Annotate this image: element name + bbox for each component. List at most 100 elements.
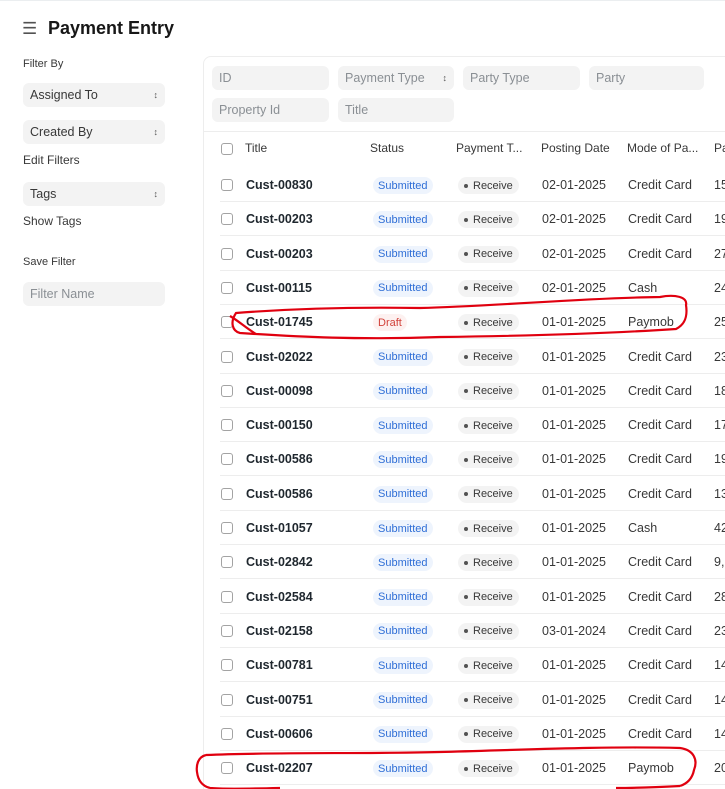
id-filter[interactable]: ID bbox=[212, 66, 329, 90]
select-all-checkbox[interactable] bbox=[221, 143, 233, 155]
row-title[interactable]: Cust-02022 bbox=[246, 350, 313, 364]
row-title[interactable]: Cust-02842 bbox=[246, 555, 313, 569]
table-row[interactable]: Cust-01745 Draft Receive 01-01-2025 Paymob 25 bbox=[220, 305, 725, 340]
paid-amount: 42 bbox=[714, 521, 725, 535]
payment-type-filter[interactable]: Payment Type ↕ bbox=[338, 66, 454, 90]
mode-of-payment: Credit Card bbox=[628, 486, 692, 501]
table-row[interactable]: Cust-00830 Submitted Receive 02-01-2025 Cred… bbox=[220, 168, 725, 202]
row-checkbox[interactable] bbox=[221, 590, 233, 603]
row-title[interactable]: Cust-00830 bbox=[246, 178, 313, 192]
party-type-filter[interactable]: Party Type bbox=[463, 66, 580, 90]
table-row[interactable]: Cust-01057 Submitted Receive 01-01-2025 Cash… bbox=[220, 511, 725, 545]
row-title[interactable]: Cust-00586 bbox=[246, 452, 313, 466]
table-row[interactable]: Cust-00751 Submitted Receive 01-01-2025 Cred… bbox=[220, 683, 725, 717]
row-checkbox[interactable] bbox=[221, 384, 233, 397]
row-title[interactable]: Cust-00203 bbox=[246, 212, 313, 226]
column-title[interactable]: Title bbox=[245, 141, 267, 155]
dot-icon bbox=[464, 389, 468, 394]
row-checkbox[interactable] bbox=[221, 693, 233, 706]
table-row[interactable]: Cust-02584 Submitted Receive 01-01-2025 Cred… bbox=[220, 580, 725, 614]
row-checkbox[interactable] bbox=[221, 762, 233, 775]
posting-date: 01-01-2025 bbox=[542, 761, 606, 776]
row-checkbox[interactable] bbox=[221, 316, 233, 329]
dot-icon bbox=[464, 560, 468, 565]
show-tags-link[interactable]: Show Tags bbox=[23, 214, 81, 228]
row-checkbox[interactable] bbox=[221, 247, 233, 260]
status-badge: Submitted bbox=[373, 451, 433, 469]
paid-amount: 18 bbox=[714, 383, 725, 398]
mode-of-payment: Credit Card bbox=[628, 418, 692, 433]
column-mode-of-payment[interactable]: Mode of Pa... bbox=[627, 141, 698, 155]
page-title: Payment Entry bbox=[48, 17, 175, 38]
row-title[interactable]: Cust-01745 bbox=[246, 315, 313, 329]
row-checkbox[interactable] bbox=[221, 213, 233, 226]
table-row[interactable]: Cust-00203 Submitted Receive 02-01-2025 Cred… bbox=[220, 237, 725, 271]
row-checkbox[interactable] bbox=[221, 419, 233, 432]
paid-amount: 14 bbox=[714, 692, 725, 707]
table-row[interactable]: Cust-00115 Submitted Receive 02-01-2025 Cash… bbox=[220, 271, 725, 305]
assigned-to-select[interactable]: Assigned To ↕ bbox=[23, 83, 165, 107]
row-checkbox[interactable] bbox=[221, 179, 233, 191]
row-title[interactable]: Cust-00781 bbox=[246, 658, 313, 672]
property-id-filter[interactable]: Property Id bbox=[212, 98, 329, 122]
row-title[interactable]: Cust-01057 bbox=[246, 521, 313, 535]
column-posting-date[interactable]: Posting Date bbox=[541, 141, 610, 155]
title-filter[interactable]: Title bbox=[338, 98, 454, 122]
payment-type-label: Receive bbox=[473, 659, 513, 672]
row-checkbox[interactable] bbox=[221, 350, 233, 363]
created-by-select[interactable]: Created By ↕ bbox=[23, 120, 165, 144]
row-checkbox[interactable] bbox=[221, 281, 233, 294]
edit-filters-link[interactable]: Edit Filters bbox=[23, 153, 80, 167]
filter-name-input[interactable]: Filter Name bbox=[23, 282, 165, 306]
table-row[interactable]: Cust-00098 Submitted Receive 01-01-2025 Cred… bbox=[220, 374, 725, 408]
row-title[interactable]: Cust-00203 bbox=[246, 247, 313, 261]
table-row[interactable]: Cust-00586 Submitted Receive 01-01-2025 Cred… bbox=[220, 477, 725, 511]
table-row[interactable]: Cust-02158 Submitted Receive 03-01-2024 Cred… bbox=[220, 614, 725, 648]
row-title[interactable]: Cust-00586 bbox=[246, 487, 313, 501]
row-checkbox[interactable] bbox=[221, 624, 233, 637]
divider bbox=[204, 131, 725, 132]
row-checkbox[interactable] bbox=[221, 556, 233, 569]
tags-select[interactable]: Tags ↕ bbox=[23, 182, 165, 206]
row-title[interactable]: Cust-02207 bbox=[246, 761, 313, 775]
party-filter[interactable]: Party bbox=[589, 66, 704, 90]
row-title[interactable]: Cust-02158 bbox=[246, 624, 313, 638]
posting-date: 01-01-2025 bbox=[542, 315, 606, 330]
table-row[interactable]: Cust-02022 Submitted Receive 01-01-2025 Cred… bbox=[220, 340, 725, 374]
row-checkbox[interactable] bbox=[221, 522, 233, 534]
table-row[interactable]: Cust-02842 Submitted Receive 01-01-2025 Cred… bbox=[220, 545, 725, 580]
table-row[interactable]: Cust-02207 Submitted Receive 01-01-2025 Paym… bbox=[220, 751, 725, 786]
column-paid-amount[interactable]: Pa bbox=[714, 141, 725, 155]
mode-of-payment: Credit Card bbox=[628, 349, 692, 364]
row-title[interactable]: Cust-00115 bbox=[246, 281, 312, 295]
dot-icon bbox=[464, 423, 468, 428]
table-row[interactable]: Cust-00606 Submitted Receive 01-01-2025 Cred… bbox=[220, 717, 725, 751]
status-badge: Submitted bbox=[373, 725, 433, 743]
row-checkbox[interactable] bbox=[221, 659, 233, 672]
dot-icon bbox=[464, 766, 468, 771]
paid-amount: 13 bbox=[714, 486, 725, 501]
table-row[interactable]: Cust-00203 Submitted Receive 02-01-2025 Cred… bbox=[220, 202, 725, 237]
row-checkbox[interactable] bbox=[221, 487, 233, 500]
payment-type-badge: Receive bbox=[458, 314, 519, 332]
row-checkbox[interactable] bbox=[221, 727, 233, 740]
table-header: Title Status Payment T... Posting Date M… bbox=[204, 137, 725, 161]
paid-amount: 25 bbox=[714, 315, 725, 330]
column-payment-type[interactable]: Payment T... bbox=[456, 141, 522, 155]
row-checkbox[interactable] bbox=[221, 453, 233, 466]
assigned-to-label: Assigned To bbox=[30, 88, 98, 102]
table-row[interactable]: Cust-00150 Submitted Receive 01-01-2025 Cred… bbox=[220, 408, 725, 443]
row-title[interactable]: Cust-00098 bbox=[246, 384, 313, 398]
dot-icon bbox=[464, 595, 468, 600]
paid-amount: 23 bbox=[714, 623, 725, 638]
posting-date: 01-01-2025 bbox=[542, 726, 606, 741]
column-status[interactable]: Status bbox=[370, 141, 404, 155]
table-row[interactable]: Cust-00586 Submitted Receive 01-01-2025 Cred… bbox=[220, 442, 725, 477]
row-title[interactable]: Cust-00150 bbox=[246, 418, 313, 432]
table-row[interactable]: Cust-00781 Submitted Receive 01-01-2025 Cred… bbox=[220, 648, 725, 683]
payment-type-label: Receive bbox=[473, 282, 513, 295]
menu-icon[interactable]: ☰ bbox=[22, 20, 42, 37]
row-title[interactable]: Cust-00606 bbox=[246, 727, 313, 741]
row-title[interactable]: Cust-00751 bbox=[246, 693, 313, 707]
row-title[interactable]: Cust-02584 bbox=[246, 590, 313, 604]
